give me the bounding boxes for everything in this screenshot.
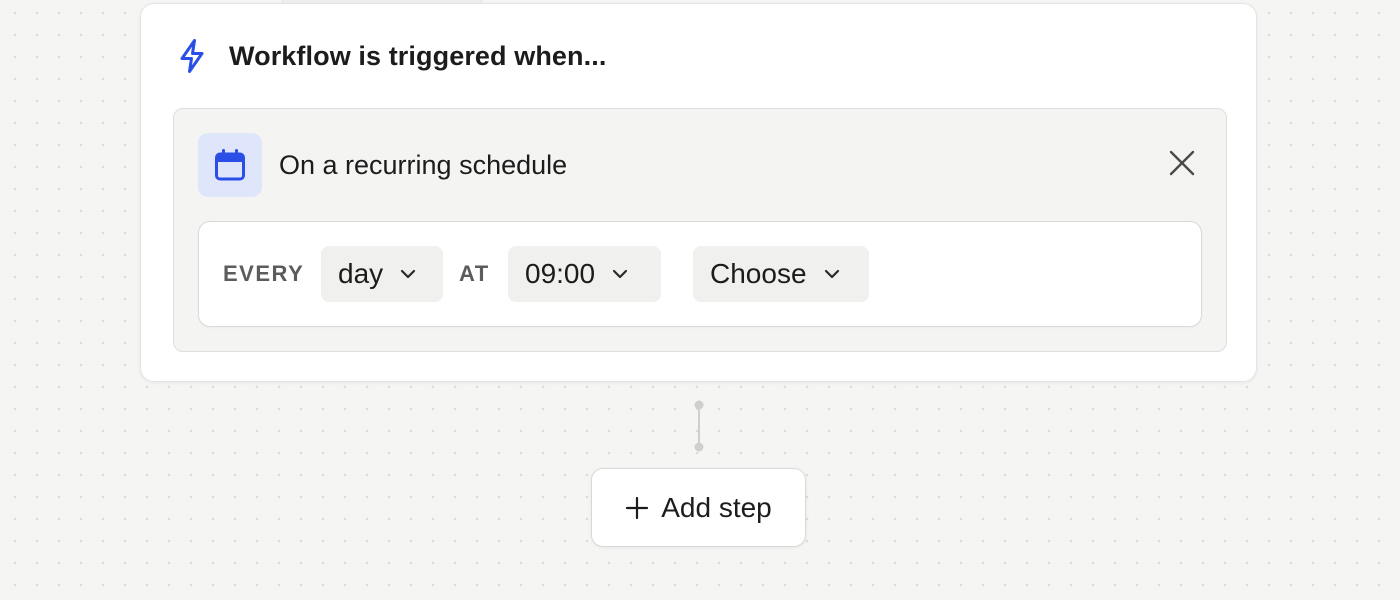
schedule-config: EVERY day AT 09:00 Choose	[198, 221, 1202, 327]
chevron-down-icon	[823, 268, 841, 280]
choose-value: Choose	[710, 258, 807, 289]
interval-select[interactable]: day	[321, 246, 443, 302]
chevron-down-icon	[611, 268, 629, 280]
close-icon	[1168, 149, 1196, 182]
time-select[interactable]: 09:00	[508, 246, 661, 302]
plus-icon	[625, 496, 649, 520]
remove-trigger-button[interactable]	[1162, 145, 1202, 185]
chevron-down-icon	[399, 268, 417, 280]
choose-select[interactable]: Choose	[693, 246, 869, 302]
trigger-item-label: On a recurring schedule	[279, 150, 568, 180]
calendar-icon	[198, 133, 262, 197]
interval-value: day	[338, 258, 384, 289]
every-label: EVERY	[223, 261, 305, 286]
at-label: AT	[459, 261, 490, 286]
trigger-card: Workflow is triggered when... On a recur…	[140, 3, 1257, 382]
add-step-label: Add step	[661, 491, 772, 523]
lightning-bolt-icon	[177, 38, 207, 74]
trigger-item-recurring-schedule[interactable]: On a recurring schedule EVERY day AT 09:…	[173, 108, 1227, 352]
time-value: 09:00	[525, 258, 596, 289]
step-connector	[694, 400, 704, 452]
card-header: Workflow is triggered when...	[177, 38, 606, 74]
trigger-title: Workflow is triggered when...	[229, 40, 607, 71]
add-step-button[interactable]: Add step	[591, 468, 806, 547]
